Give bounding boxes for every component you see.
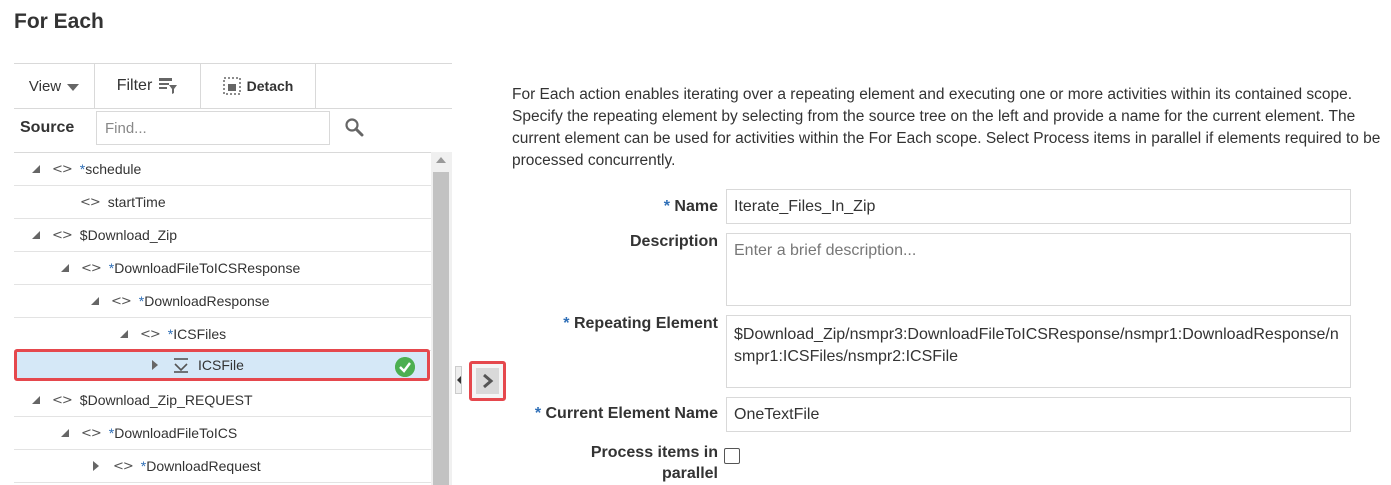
collapse-triangle-icon[interactable] [32, 231, 40, 239]
repeating-element-label: * Repeating Element [563, 315, 718, 332]
source-search-row: Source [14, 109, 452, 151]
tree-node-label: DownloadFileToICS [114, 425, 238, 441]
element-icon: <> [52, 161, 73, 177]
check-circle-icon [395, 357, 415, 377]
source-label: Source [20, 119, 75, 136]
repeating-element-icon [174, 358, 188, 373]
tree-node-downloadfiletoicsresponse[interactable]: <> * DownloadFileToICSResponse [14, 252, 431, 285]
current-element-name-input[interactable]: OneTextFile [726, 397, 1351, 432]
detach-label: Detach [246, 78, 294, 94]
view-menu-button[interactable]: View [14, 64, 94, 108]
tree-node-label: DownloadFileToICSResponse [114, 260, 301, 276]
filter-icon [159, 78, 178, 94]
element-icon: <> [52, 227, 73, 243]
tree-node-downloadfiletoics[interactable]: <> * DownloadFileToICS [14, 417, 431, 450]
chevron-right-icon [483, 373, 494, 389]
toolbar: View Filter Detach [14, 63, 452, 109]
collapse-triangle-icon[interactable] [61, 429, 69, 437]
name-label: * Name [663, 198, 718, 215]
expand-triangle-icon[interactable] [93, 461, 99, 471]
tree-node-download-zip-request[interactable]: <> $Download_Zip_REQUEST [14, 384, 431, 417]
tree-node-label: ICSFiles [173, 326, 227, 342]
repeating-element-field[interactable]: $Download_Zip/nsmpr3:DownloadFileToICSRe… [726, 315, 1351, 388]
view-label: View [28, 77, 62, 95]
element-icon: <> [113, 458, 134, 474]
tree-node-icsfiles[interactable]: <> * ICSFiles [14, 318, 431, 351]
scroll-up-arrow-icon[interactable] [436, 157, 446, 163]
filter-label: Filter [116, 77, 153, 94]
tree-node-icsfile[interactable]: ICSFile [14, 349, 430, 381]
tree-node-starttime[interactable]: <> startTime [14, 186, 431, 219]
collapse-triangle-icon[interactable] [91, 297, 99, 305]
collapse-left-icon [457, 376, 461, 384]
find-input[interactable] [96, 111, 330, 145]
action-description: For Each action enables iterating over a… [512, 86, 1381, 169]
process-parallel-checkbox[interactable] [724, 448, 740, 464]
element-icon: <> [80, 194, 101, 210]
collapse-triangle-icon[interactable] [120, 330, 128, 338]
tree-node-download-zip[interactable]: <> $Download_Zip [14, 219, 431, 252]
current-element-name-label: * Current Element Name [534, 405, 718, 422]
element-icon: <> [140, 326, 161, 342]
source-tree: <> * schedule <> startTime <> $Download_Z… [14, 152, 431, 485]
detach-icon [222, 77, 241, 95]
element-icon: <> [81, 425, 102, 441]
element-icon: <> [81, 260, 102, 276]
collapse-triangle-icon[interactable] [61, 264, 69, 272]
tree-node-label: schedule [85, 161, 142, 177]
tree-node-label: ICSFile [198, 357, 244, 373]
detach-button[interactable]: Detach [201, 64, 315, 108]
element-icon: <> [52, 392, 73, 408]
tree-node-label: startTime [107, 194, 166, 210]
name-input[interactable]: Iterate_Files_In_Zip [726, 189, 1351, 224]
tree-scrollbar[interactable] [431, 152, 452, 485]
description-textarea[interactable]: Enter a brief description... [726, 233, 1351, 306]
panel-splitter[interactable] [455, 366, 462, 394]
tree-node-downloadresponse[interactable]: <> * DownloadResponse [14, 285, 431, 318]
chevron-down-icon [67, 83, 80, 91]
description-label: Description [629, 233, 718, 250]
source-panel: View Filter Detach Source Find... <> * s… [14, 63, 452, 485]
expand-triangle-icon[interactable] [152, 360, 158, 370]
search-icon[interactable] [344, 117, 366, 139]
element-icon: <> [111, 293, 132, 309]
tree-node-label: DownloadRequest [146, 458, 261, 474]
tree-node-label: $Download_Zip_REQUEST [79, 392, 253, 408]
tree-node-downloadrequest[interactable]: <> * DownloadRequest [14, 450, 431, 483]
tree-node-label: DownloadResponse [144, 293, 270, 309]
process-parallel-label: Process items in parallel [590, 444, 718, 482]
collapse-triangle-icon[interactable] [32, 396, 40, 404]
tree-node-schedule[interactable]: <> * schedule [14, 153, 431, 186]
page-title: For Each [14, 10, 104, 33]
collapse-triangle-icon[interactable] [32, 165, 40, 173]
filter-button[interactable]: Filter [95, 64, 200, 108]
divider [315, 64, 316, 108]
move-to-repeating-element-button[interactable] [469, 361, 506, 401]
tree-node-label: $Download_Zip [79, 227, 178, 243]
scrollbar-thumb[interactable] [433, 172, 449, 485]
